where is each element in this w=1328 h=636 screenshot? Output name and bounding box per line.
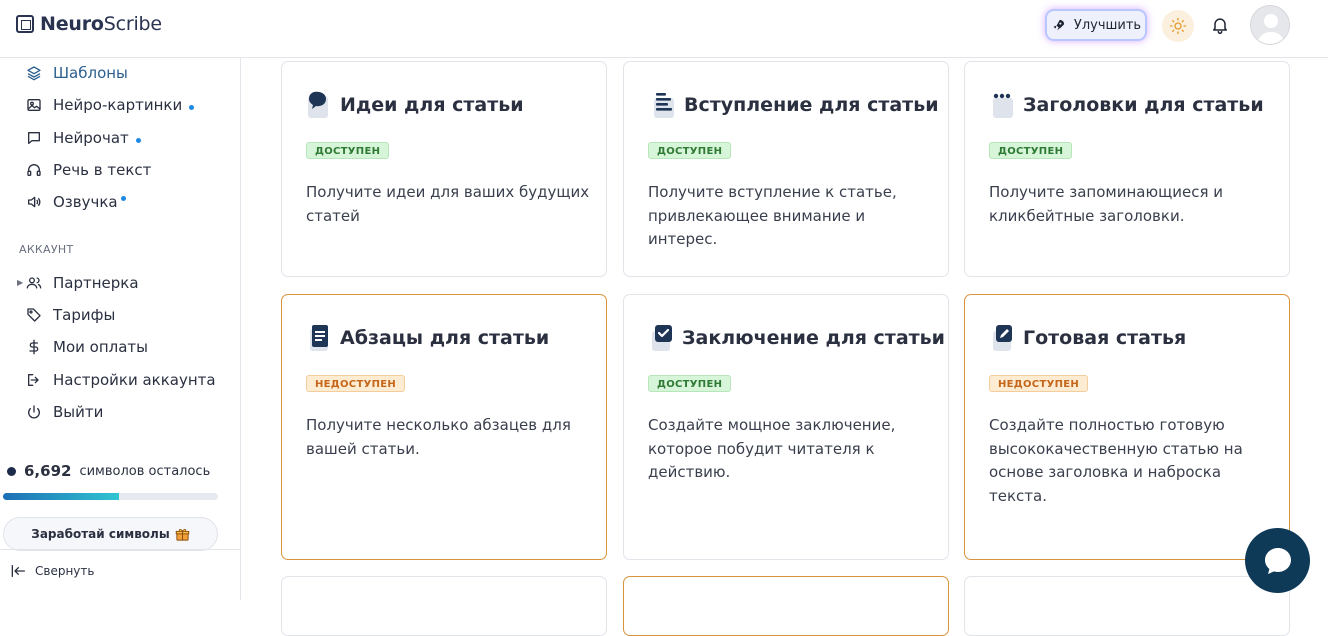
bell-icon	[1213, 18, 1227, 35]
sidebar-item-tariffs[interactable]: Тарифы	[26, 303, 115, 327]
status-badge: ДОСТУПЕН	[648, 375, 732, 392]
upgrade-button[interactable]: Улучшить	[1045, 9, 1147, 41]
sidebar-footer: Свернуть	[0, 549, 240, 600]
template-card-full-article[interactable]: Готовая статья НЕДОСТУПЕН Создайте полно…	[964, 294, 1290, 560]
sidebar-item-label: Выйти	[53, 403, 104, 421]
template-card-conclusion[interactable]: Заключение для статьи ДОСТУПЕН Создайте …	[623, 294, 949, 560]
logo-text-rest: Scribe	[103, 13, 162, 35]
card-title: Идеи для статьи	[340, 94, 524, 116]
sidebar-item-templates[interactable]: Шаблоны	[26, 61, 128, 85]
card-description: Получите несколько абзацев для вашей ста…	[306, 416, 571, 458]
status-badge: НЕДОСТУПЕН	[306, 375, 406, 392]
top-header: NeuroScribe Улучшить	[0, 0, 1328, 58]
user-avatar[interactable]	[1250, 5, 1290, 45]
sidebar-item-label: Нейро-картинки	[53, 96, 183, 114]
checkbox-icon	[648, 323, 676, 353]
template-card-paragraphs[interactable]: Абзацы для статьи НЕДОСТУПЕН Получите не…	[281, 294, 607, 560]
chat-icon	[26, 130, 42, 146]
layers-icon	[26, 65, 42, 81]
new-indicator-dot	[120, 195, 126, 201]
collapse-sidebar-button[interactable]: Свернуть	[11, 564, 94, 578]
card-title: Готовая статья	[1023, 327, 1187, 349]
speech-bubble-icon	[306, 90, 334, 120]
status-badge: НЕДОСТУПЕН	[989, 375, 1089, 392]
credits-bullet-icon	[7, 466, 16, 476]
text-lines-icon	[650, 90, 678, 120]
sidebar-item-neuro-images[interactable]: Нейро-картинки	[26, 93, 195, 117]
collapse-arrow-icon	[11, 565, 25, 577]
sidebar-item-label: Мои оплаты	[53, 338, 148, 356]
power-icon	[26, 404, 42, 420]
pencil-doc-icon	[989, 323, 1017, 353]
status-badge: ДОСТУПЕН	[989, 142, 1073, 159]
earn-credits-button[interactable]: Заработай символы	[3, 517, 218, 551]
sidebar-item-neurochat[interactable]: Нейрочат	[26, 126, 141, 150]
collapse-label: Свернуть	[35, 564, 95, 578]
headphones-icon	[26, 162, 42, 178]
sidebar-item-label: Настройки аккаунта	[53, 371, 216, 389]
template-card-intro[interactable]: Вступление для статьи ДОСТУПЕН Получите …	[623, 61, 949, 277]
status-badge: ДОСТУПЕН	[306, 142, 390, 159]
template-card-next-3[interactable]	[964, 576, 1290, 636]
card-description: Получите идеи для ваших будущих статей	[306, 183, 590, 225]
credits-progress-fill	[3, 493, 120, 500]
card-title: Абзацы для статьи	[340, 327, 550, 349]
sidebar-item-label: Нейрочат	[53, 129, 129, 147]
sun-icon	[1169, 17, 1187, 35]
users-icon	[26, 275, 42, 291]
credits-progress-bar	[3, 493, 218, 500]
sidebar-item-label: Речь в текст	[53, 161, 152, 179]
template-card-next-2[interactable]	[623, 576, 949, 636]
card-title: Заключение для статьи	[682, 327, 945, 349]
tag-icon	[26, 307, 42, 323]
credits-remaining: 6,692 символов осталось	[7, 462, 210, 480]
caret-right-icon[interactable]: ▶	[17, 278, 23, 287]
new-indicator-dot	[189, 104, 195, 110]
chat-bubble-icon	[1264, 547, 1291, 574]
card-title: Заголовки для статьи	[1023, 94, 1264, 116]
upgrade-label: Улучшить	[1073, 17, 1142, 33]
sidebar-item-logout[interactable]: Выйти	[26, 400, 103, 424]
sidebar-item-label: Озвучка	[53, 193, 118, 211]
support-chat-button[interactable]	[1245, 528, 1310, 593]
speaker-icon	[26, 194, 42, 210]
account-section-label: АККАУНТ	[19, 243, 74, 256]
rocket-icon	[1053, 19, 1065, 30]
sidebar-item-payments[interactable]: Мои оплаты	[26, 335, 148, 359]
template-card-next-1[interactable]	[281, 576, 607, 636]
image-icon	[26, 97, 42, 113]
theme-toggle-button[interactable]	[1162, 10, 1194, 42]
notifications-button[interactable]	[1208, 13, 1232, 37]
earn-credits-label: Заработай символы	[31, 527, 170, 541]
new-indicator-dot	[135, 137, 141, 143]
credits-text: символов осталось	[79, 463, 211, 479]
status-badge: ДОСТУПЕН	[648, 142, 732, 159]
sidebar-item-account-settings[interactable]: Настройки аккаунта	[26, 368, 216, 392]
user-silhouette-icon	[1257, 14, 1285, 44]
logout-arrow-icon	[26, 372, 42, 388]
sidebar-item-label: Шаблоны	[53, 64, 128, 82]
card-description: Получите запоминающиеся и кликбейтные за…	[989, 183, 1224, 225]
notebook-icon	[306, 323, 334, 353]
dollar-icon	[26, 339, 42, 355]
sidebar-item-speech-to-text[interactable]: Речь в текст	[26, 158, 151, 182]
app-logo[interactable]: NeuroScribe	[16, 13, 162, 35]
card-description: Создайте полностью готовую высококачеств…	[989, 416, 1243, 505]
sidebar: Шаблоны Нейро-картинки Нейрочат Речь в т…	[0, 58, 241, 600]
sidebar-item-label: Тарифы	[53, 306, 116, 324]
sidebar-item-label: Партнерка	[53, 274, 139, 292]
template-card-headlines[interactable]: Заголовки для статьи ДОСТУПЕН Получите з…	[964, 61, 1290, 277]
card-description: Создайте мощное заключение, которое побу…	[648, 416, 896, 481]
card-title: Вступление для статьи	[684, 94, 939, 116]
logo-text-bold: Neuro	[40, 13, 104, 35]
template-card-ideas[interactable]: Идеи для статьи ДОСТУПЕН Получите идеи д…	[281, 61, 607, 277]
sidebar-item-voiceover[interactable]: Озвучка	[26, 190, 126, 214]
logo-mark-icon	[16, 15, 34, 33]
card-description: Получите вступление к статье, привлекающ…	[648, 183, 897, 248]
sidebar-item-partner[interactable]: Партнерка	[26, 271, 139, 295]
credits-value: 6,692	[24, 462, 72, 480]
dots-card-icon	[989, 90, 1017, 120]
gift-icon	[175, 528, 189, 541]
